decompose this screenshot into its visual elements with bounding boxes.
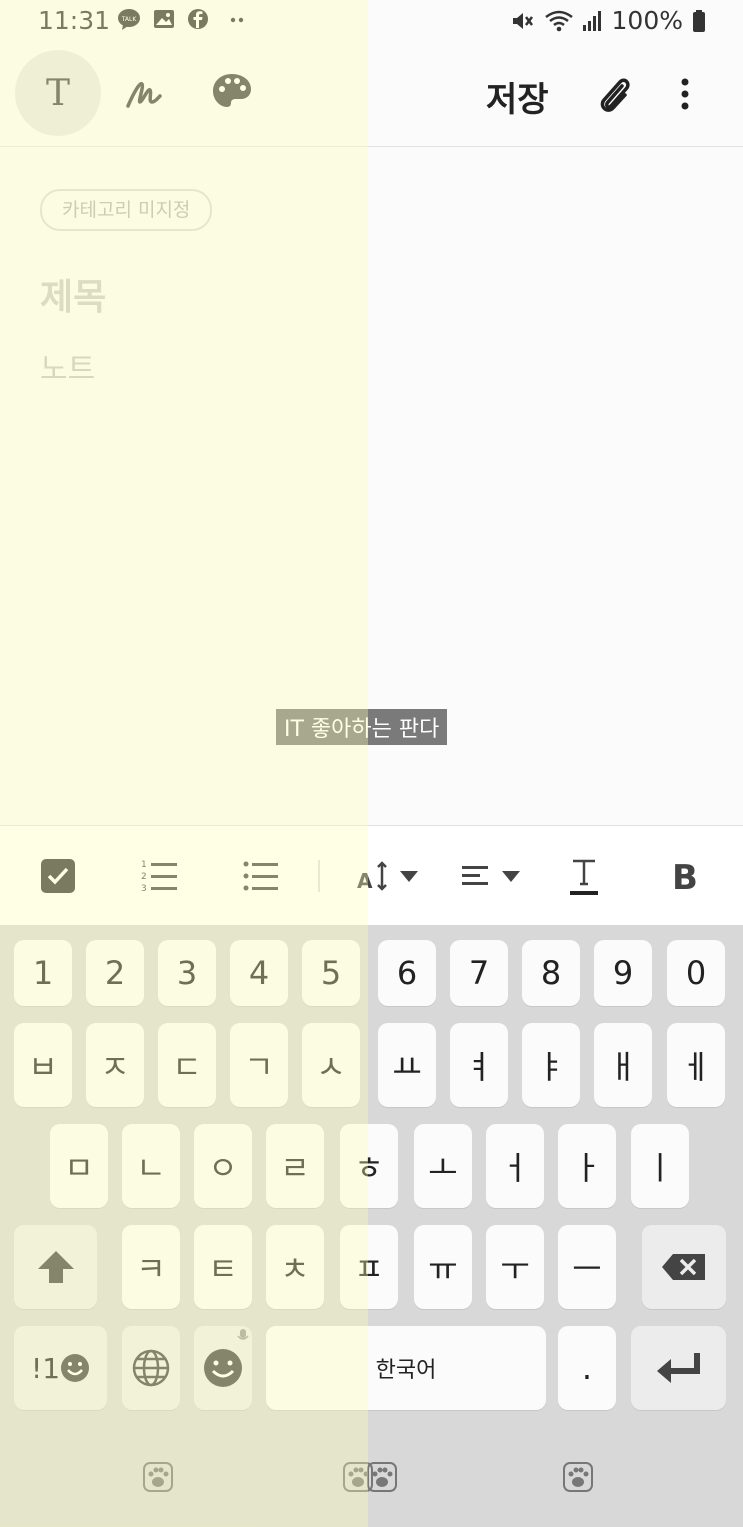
key-p[interactable]: ㅍ (340, 1225, 398, 1309)
mute-icon (512, 12, 533, 29)
formatting-bar: 1 2 3 A B (0, 825, 743, 926)
talk-icon: TALK (118, 9, 140, 30)
paw-icon-center-2 (367, 1462, 397, 1492)
key-9[interactable]: 9 (594, 940, 652, 1006)
svg-text:2: 2 (141, 872, 147, 882)
watermark: IT 좋아하는 판다 (276, 709, 448, 745)
key-j[interactable]: ㅈ (86, 1023, 144, 1107)
symbols-key[interactable]: !1 (14, 1326, 107, 1410)
key-ng[interactable]: ㅇ (194, 1124, 252, 1208)
signal-icon (582, 10, 601, 31)
mic-icon (237, 1329, 249, 1340)
key-2[interactable]: 2 (86, 940, 144, 1006)
key-a[interactable]: ㅏ (558, 1124, 616, 1208)
key-1[interactable]: 1 (14, 940, 72, 1006)
key-m[interactable]: ㅁ (50, 1124, 108, 1208)
symbols-label: !1 (30, 1351, 61, 1385)
key-s[interactable]: ㅅ (302, 1023, 360, 1107)
key-7[interactable]: 7 (450, 940, 508, 1006)
status-time: 11:31 (38, 6, 111, 35)
battery-percent: 100% (611, 6, 683, 35)
key-ya[interactable]: ㅑ (522, 1023, 580, 1107)
key-n[interactable]: ㄴ (122, 1124, 180, 1208)
paw-icon-right (563, 1462, 593, 1492)
key-r[interactable]: ㄹ (266, 1124, 324, 1208)
key-yu[interactable]: ㅠ (414, 1225, 472, 1309)
gallery-icon (154, 10, 174, 28)
keyboard: 1 2 3 4 5 6 7 8 9 0 ㅂ ㅈ ㄷ ㄱ ㅅ ㅛ ㅕ ㅑ ㅐ ㅔ … (0, 925, 743, 1527)
key-6[interactable]: 6 (378, 940, 436, 1006)
globe-icon (132, 1349, 170, 1387)
key-k[interactable]: ㅋ (122, 1225, 180, 1309)
svg-text:A: A (357, 869, 373, 893)
period-key[interactable]: . (558, 1326, 616, 1410)
key-t[interactable]: ㅌ (194, 1225, 252, 1309)
key-yeo[interactable]: ㅕ (450, 1023, 508, 1107)
fmt-divider (318, 860, 320, 892)
key-h[interactable]: ㅎ (340, 1124, 398, 1208)
key-i[interactable]: ㅣ (631, 1124, 689, 1208)
status-right: 100% (510, 6, 707, 35)
paw-icon-left (143, 1462, 173, 1492)
key-ch[interactable]: ㅊ (266, 1225, 324, 1309)
key-yo[interactable]: ㅛ (378, 1023, 436, 1107)
emoji-icon (204, 1349, 242, 1387)
key-3[interactable]: 3 (158, 940, 216, 1006)
key-ae[interactable]: ㅐ (594, 1023, 652, 1107)
title-field[interactable]: 제목 (40, 268, 106, 320)
enter-icon (656, 1353, 700, 1383)
checkbox-icon[interactable] (40, 856, 76, 896)
more-notifications-icon (230, 17, 244, 23)
status-bar: 11:31 TALK 100% (0, 0, 743, 44)
key-g[interactable]: ㄱ (230, 1023, 288, 1107)
shift-icon (37, 1251, 74, 1283)
attachment-icon[interactable] (594, 72, 634, 116)
key-d[interactable]: ㄷ (158, 1023, 216, 1107)
key-b[interactable]: ㅂ (14, 1023, 72, 1107)
facebook-icon (188, 9, 208, 29)
svg-text:1: 1 (141, 860, 147, 870)
key-5[interactable]: 5 (302, 940, 360, 1006)
key-0[interactable]: 0 (667, 940, 725, 1006)
text-mode-button[interactable]: T (15, 50, 101, 136)
key-e[interactable]: ㅔ (667, 1023, 725, 1107)
handwriting-icon[interactable] (122, 72, 166, 116)
svg-text:TALK: TALK (121, 16, 138, 23)
key-8[interactable]: 8 (522, 940, 580, 1006)
wifi-icon (544, 10, 573, 31)
shift-key[interactable] (14, 1225, 97, 1309)
align-icon[interactable] (460, 856, 524, 896)
enter-key[interactable] (631, 1326, 726, 1410)
bold-icon[interactable]: B (670, 856, 700, 896)
note-content: 카테고리 미지정 제목 노트 IT 좋아하는 판다 (0, 146, 743, 825)
key-o[interactable]: ㅗ (414, 1124, 472, 1208)
font-size-icon[interactable]: A (356, 856, 422, 896)
key-u[interactable]: ㅜ (486, 1225, 544, 1309)
text-color-icon[interactable] (568, 856, 600, 896)
key-eo[interactable]: ㅓ (486, 1124, 544, 1208)
more-options-icon[interactable] (670, 72, 700, 116)
backspace-icon (662, 1254, 705, 1280)
svg-text:B: B (672, 858, 698, 896)
key-eu[interactable]: ㅡ (558, 1225, 616, 1309)
emoji-key[interactable] (194, 1326, 252, 1410)
editor-toolbar: T 저장 (0, 44, 743, 147)
svg-text:3: 3 (141, 884, 147, 894)
category-chip[interactable]: 카테고리 미지정 (40, 189, 213, 231)
space-key[interactable]: 한국어 (266, 1326, 546, 1410)
key-4[interactable]: 4 (230, 940, 288, 1006)
body-field[interactable]: 노트 (40, 344, 95, 388)
language-key[interactable] (122, 1326, 180, 1410)
save-button[interactable]: 저장 (486, 72, 549, 121)
palette-icon[interactable] (210, 70, 254, 114)
battery-icon (693, 9, 705, 32)
bullet-list-icon[interactable] (242, 856, 280, 896)
numbered-list-icon[interactable]: 1 2 3 (140, 856, 180, 896)
backspace-key[interactable] (642, 1225, 726, 1309)
emoji-small-icon (61, 1354, 90, 1382)
